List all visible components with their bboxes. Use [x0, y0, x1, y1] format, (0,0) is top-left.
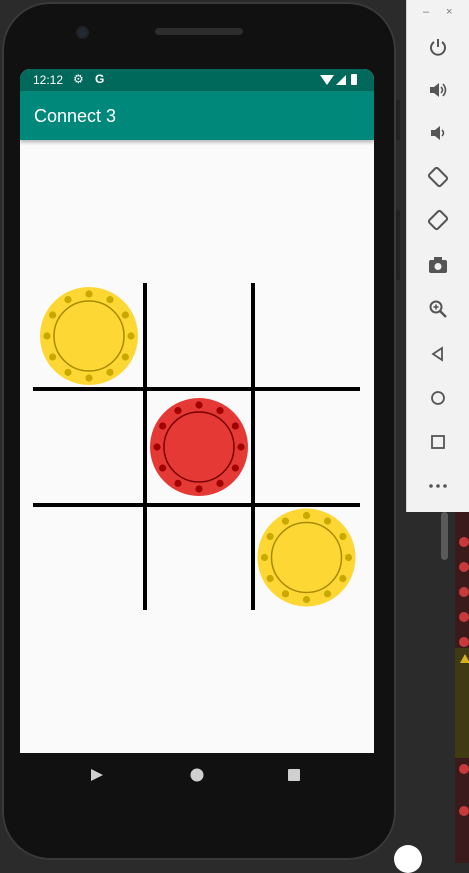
board-cell-0-1[interactable] — [145, 283, 253, 389]
home-icon[interactable] — [190, 768, 204, 782]
yellow-counter — [40, 287, 138, 385]
rotate-left-icon[interactable] — [423, 162, 453, 192]
board-cell-1-0[interactable] — [33, 389, 145, 505]
game-board — [33, 283, 360, 610]
board-cell-1-2[interactable] — [253, 389, 360, 505]
red-counter — [150, 398, 248, 496]
board-cell-0-0[interactable] — [33, 283, 145, 389]
phone-side-button — [396, 100, 400, 140]
speaker-grille — [155, 28, 243, 35]
volume-up-icon[interactable] — [423, 75, 453, 105]
ide-warning-block — [455, 648, 469, 758]
board-cell-2-2[interactable] — [253, 505, 360, 610]
error-icon[interactable] — [459, 637, 469, 647]
warning-icon — [460, 654, 469, 663]
overview-icon[interactable] — [423, 427, 453, 457]
volume-down-icon[interactable] — [423, 118, 453, 148]
error-icon[interactable] — [459, 806, 469, 816]
phone-volume-button — [396, 210, 400, 280]
recents-icon[interactable] — [288, 769, 300, 781]
board-cell-1-1[interactable] — [145, 389, 253, 505]
ide-scrollbar[interactable] — [441, 512, 448, 560]
zoom-icon[interactable] — [423, 294, 453, 324]
close-button[interactable]: × — [446, 6, 452, 18]
error-icon[interactable] — [459, 764, 469, 774]
home-icon[interactable] — [423, 383, 453, 413]
board-cell-0-2[interactable] — [253, 283, 360, 389]
ide-logo-icon — [394, 845, 422, 873]
error-icon[interactable] — [459, 612, 469, 622]
back-icon[interactable] — [423, 339, 453, 369]
rotate-right-icon[interactable] — [423, 205, 453, 235]
emulator-toolbar: – × — [406, 0, 469, 512]
board-cell-2-1[interactable] — [145, 505, 253, 610]
device-screen: 12:12 ⚙ G Connect 3 — [20, 69, 374, 753]
nav-bar — [20, 753, 374, 799]
error-icon[interactable] — [459, 562, 469, 572]
error-icon[interactable] — [459, 587, 469, 597]
front-camera-icon — [78, 28, 87, 37]
more-icon[interactable] — [423, 471, 453, 501]
back-icon[interactable] — [91, 769, 103, 781]
power-icon[interactable] — [423, 32, 453, 62]
error-icon[interactable] — [459, 537, 469, 547]
yellow-counter — [257, 508, 356, 607]
minimize-button[interactable]: – — [423, 6, 429, 18]
camera-icon[interactable] — [423, 250, 453, 280]
board-cell-2-0[interactable] — [33, 505, 145, 610]
